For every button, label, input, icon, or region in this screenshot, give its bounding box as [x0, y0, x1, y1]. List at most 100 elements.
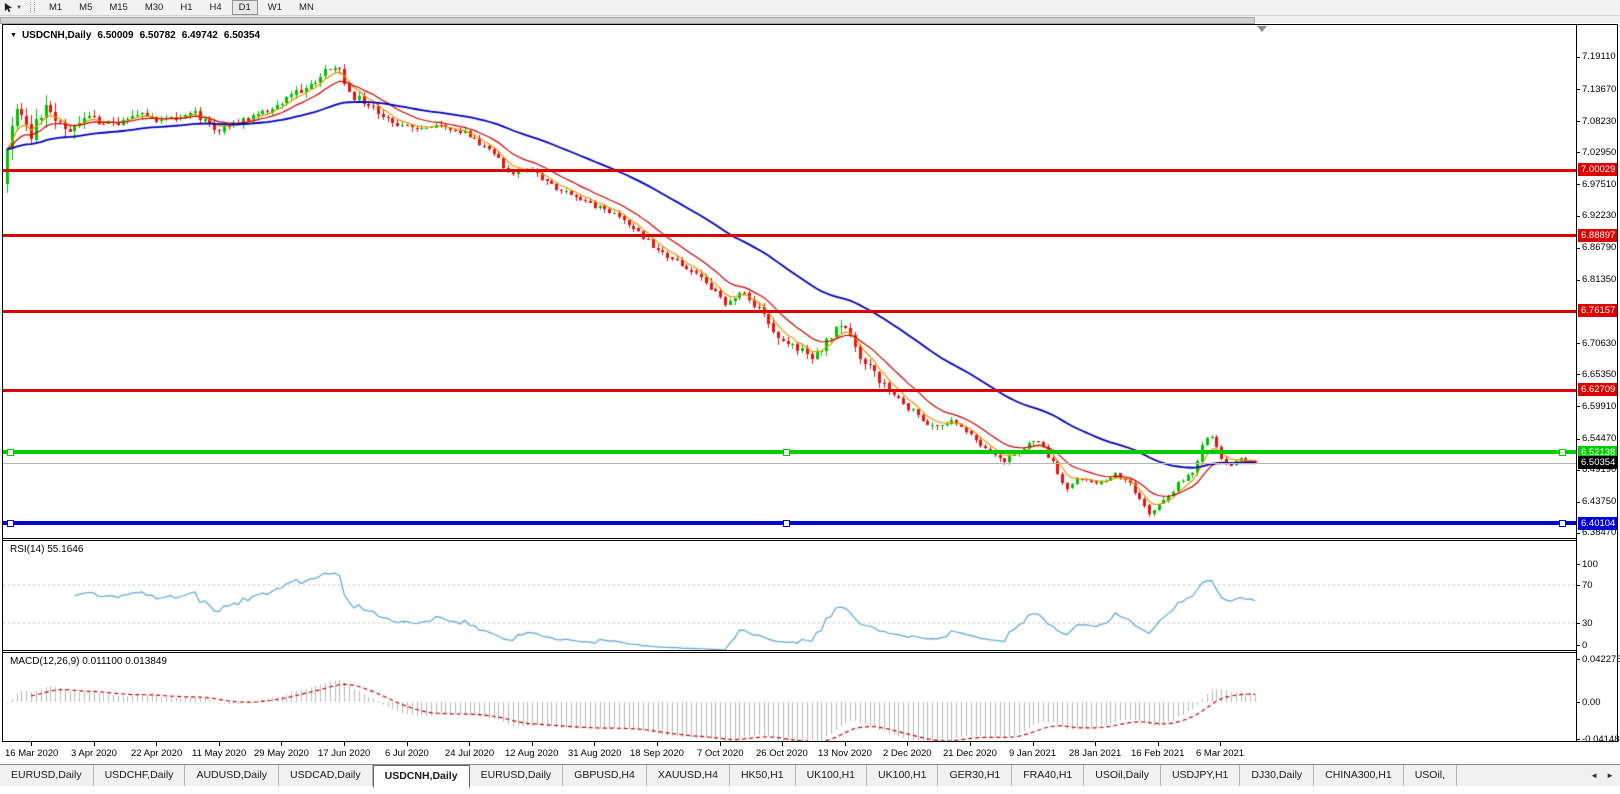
- pane-splitter-macd[interactable]: [3, 650, 1617, 653]
- timeframe-button-m1[interactable]: M1: [42, 0, 69, 15]
- hscrollbar-thumb[interactable]: [0, 17, 1255, 24]
- macd-pane-canvas[interactable]: [3, 653, 1576, 741]
- ohlc-high: 6.50782: [140, 30, 176, 41]
- tab-scroll-left-icon[interactable]: ◄: [1586, 769, 1602, 782]
- chart-menu-icon[interactable]: ▼: [10, 32, 17, 39]
- time-axis-label: 28 Jan 2021: [1069, 748, 1121, 759]
- timeframe-buttons: M1M5M15 M30H1H4 D1W1MN: [42, 0, 324, 15]
- timeframe-button-m30[interactable]: M30: [138, 0, 170, 15]
- current-price-line: [3, 463, 1576, 464]
- chart-hscrollbar[interactable]: [0, 16, 1620, 23]
- chart-tab-17[interactable]: USOil,: [1404, 765, 1457, 786]
- time-axis-label: 26 Oct 2020: [756, 748, 808, 759]
- axis-tick-mark: [1577, 585, 1580, 586]
- line-drag-handle[interactable]: [783, 520, 790, 527]
- chart-tab-12[interactable]: FRA40,H1: [1012, 765, 1084, 786]
- timeframe-button-h4[interactable]: H4: [202, 0, 228, 15]
- time-axis-label: 16 Mar 2020: [5, 748, 58, 759]
- rsi-indicator-label: RSI(14) 55.1646: [10, 544, 83, 555]
- axis-tick-mark: [1577, 470, 1580, 471]
- time-axis-label: 12 Aug 2020: [505, 748, 558, 759]
- axis-tick-mark: [1577, 702, 1580, 703]
- chart-tab-3[interactable]: USDCAD,Daily: [279, 765, 373, 786]
- line-drag-handle[interactable]: [1559, 449, 1566, 456]
- time-axis-tick: [94, 742, 95, 746]
- price-chart-canvas[interactable]: [3, 25, 1576, 538]
- chart-tab-15[interactable]: DJ30,Daily: [1240, 765, 1314, 786]
- pane-splitter-rsi[interactable]: [3, 538, 1617, 541]
- ohlc-open: 6.50009: [97, 30, 133, 41]
- axis-tick-label: 6.70630: [1582, 338, 1616, 349]
- chart-tab-2[interactable]: AUDUSD,Daily: [185, 765, 279, 786]
- axis-tick-mark: [1577, 121, 1580, 122]
- time-axis-tick: [657, 742, 658, 746]
- axis-tick-mark: [1577, 645, 1580, 646]
- axis-tick-mark: [1577, 343, 1580, 344]
- axis-tick-mark: [1577, 89, 1580, 90]
- time-axis-label: 11 May 2020: [192, 748, 246, 759]
- cursor-icon: [3, 2, 14, 13]
- line-drag-handle[interactable]: [1559, 520, 1566, 527]
- horizontal-line-6.88897[interactable]: [3, 234, 1576, 237]
- timeframe-button-m15[interactable]: M15: [102, 0, 134, 15]
- axis-tick-mark: [1577, 623, 1580, 624]
- axis-tick-label: 6.54470: [1582, 433, 1616, 444]
- terminal-root: ▼ M1M5M15M30H1H4D1W1MN 7.191107.136707.0…: [0, 0, 1620, 794]
- chart-tab-4[interactable]: USDCNH,Daily: [373, 765, 470, 788]
- axis-tick-label: 7.08230: [1582, 116, 1616, 127]
- time-axis-tick: [469, 742, 470, 746]
- axis-tick-mark: [1577, 439, 1580, 440]
- axis-tick-label: 6.97510: [1582, 179, 1616, 190]
- time-axis[interactable]: 16 Mar 2020 3 Apr 2020 22 Apr 2020 11 May 2…: [0, 742, 1620, 763]
- horizontal-line-6.76157[interactable]: [3, 310, 1576, 313]
- horizontal-line-7.00029[interactable]: [3, 169, 1576, 172]
- axis-tick-label: 6.86790: [1582, 242, 1616, 253]
- chart-tab-11[interactable]: GER30,H1: [938, 765, 1012, 786]
- chart-tab-9[interactable]: UK100,H1: [796, 765, 867, 786]
- axis-tick-mark: [1577, 374, 1580, 375]
- line-drag-handle[interactable]: [7, 449, 14, 456]
- chart-tab-7[interactable]: XAUUSD,H4: [647, 765, 730, 786]
- chart-tab-6[interactable]: GBPUSD,H4: [563, 765, 647, 786]
- time-axis-label: 21 Dec 2020: [943, 748, 997, 759]
- chart-tab-1[interactable]: USDCHF,Daily: [94, 765, 186, 786]
- chart-tab-14[interactable]: USDJPY,H1: [1161, 765, 1240, 786]
- timeframe-button-mn[interactable]: MN: [292, 0, 321, 15]
- chart-tab-5[interactable]: EURUSD,Daily: [470, 765, 564, 786]
- tab-scroll-right-icon[interactable]: ►: [1602, 769, 1618, 782]
- time-axis-label: 7 Oct 2020: [697, 748, 743, 759]
- timeframe-button-h1[interactable]: H1: [173, 0, 199, 15]
- horizontal-line-6.62709[interactable]: [3, 389, 1576, 392]
- timeframe-button-d1[interactable]: D1: [232, 0, 258, 15]
- line-drag-handle[interactable]: [783, 449, 790, 456]
- time-axis-label: 3 Apr 2020: [71, 748, 117, 759]
- rsi-pane-canvas[interactable]: [3, 541, 1576, 650]
- chart-tab-8[interactable]: HK50,H1: [730, 765, 796, 786]
- timeframe-button-w1[interactable]: W1: [261, 0, 289, 15]
- chart-tab-10[interactable]: UK100,H1: [867, 765, 938, 786]
- time-axis-tick: [407, 742, 408, 746]
- price-level-label: 6.40104: [1578, 517, 1617, 530]
- axis-tick-label: 0.042275: [1582, 654, 1620, 665]
- time-axis-label: 2 Dec 2020: [883, 748, 932, 759]
- cursor-tool-button[interactable]: ▼: [3, 2, 22, 13]
- time-axis-tick: [156, 742, 157, 746]
- time-axis-tick: [782, 742, 783, 746]
- ohlc-close: 6.50354: [224, 30, 260, 41]
- chart-tab-0[interactable]: EURUSD,Daily: [0, 765, 94, 786]
- price-level-label: 7.00029: [1578, 163, 1617, 176]
- chart-tab-13[interactable]: USOil,Daily: [1084, 765, 1161, 786]
- chart-shift-marker[interactable]: [1257, 26, 1267, 32]
- chart-tab-16[interactable]: CHINA300,H1: [1314, 765, 1404, 786]
- time-axis-label: 22 Apr 2020: [131, 748, 182, 759]
- chevron-down-icon[interactable]: ▼: [16, 5, 22, 11]
- line-drag-handle[interactable]: [7, 520, 14, 527]
- price-axis[interactable]: 7.191107.136707.082307.029506.975106.922…: [1576, 25, 1617, 741]
- axis-tick-label: 7.02950: [1582, 147, 1616, 158]
- time-axis-tick: [594, 742, 595, 746]
- chart-tabbar: EURUSD,DailyUSDCHF,DailyAUDUSD,DailyUSDC…: [0, 764, 1620, 786]
- axis-tick-label: 70: [1582, 580, 1593, 591]
- time-axis-label: 29 May 2020: [254, 748, 309, 759]
- axis-tick-mark: [1577, 57, 1580, 58]
- timeframe-button-m5[interactable]: M5: [72, 0, 99, 15]
